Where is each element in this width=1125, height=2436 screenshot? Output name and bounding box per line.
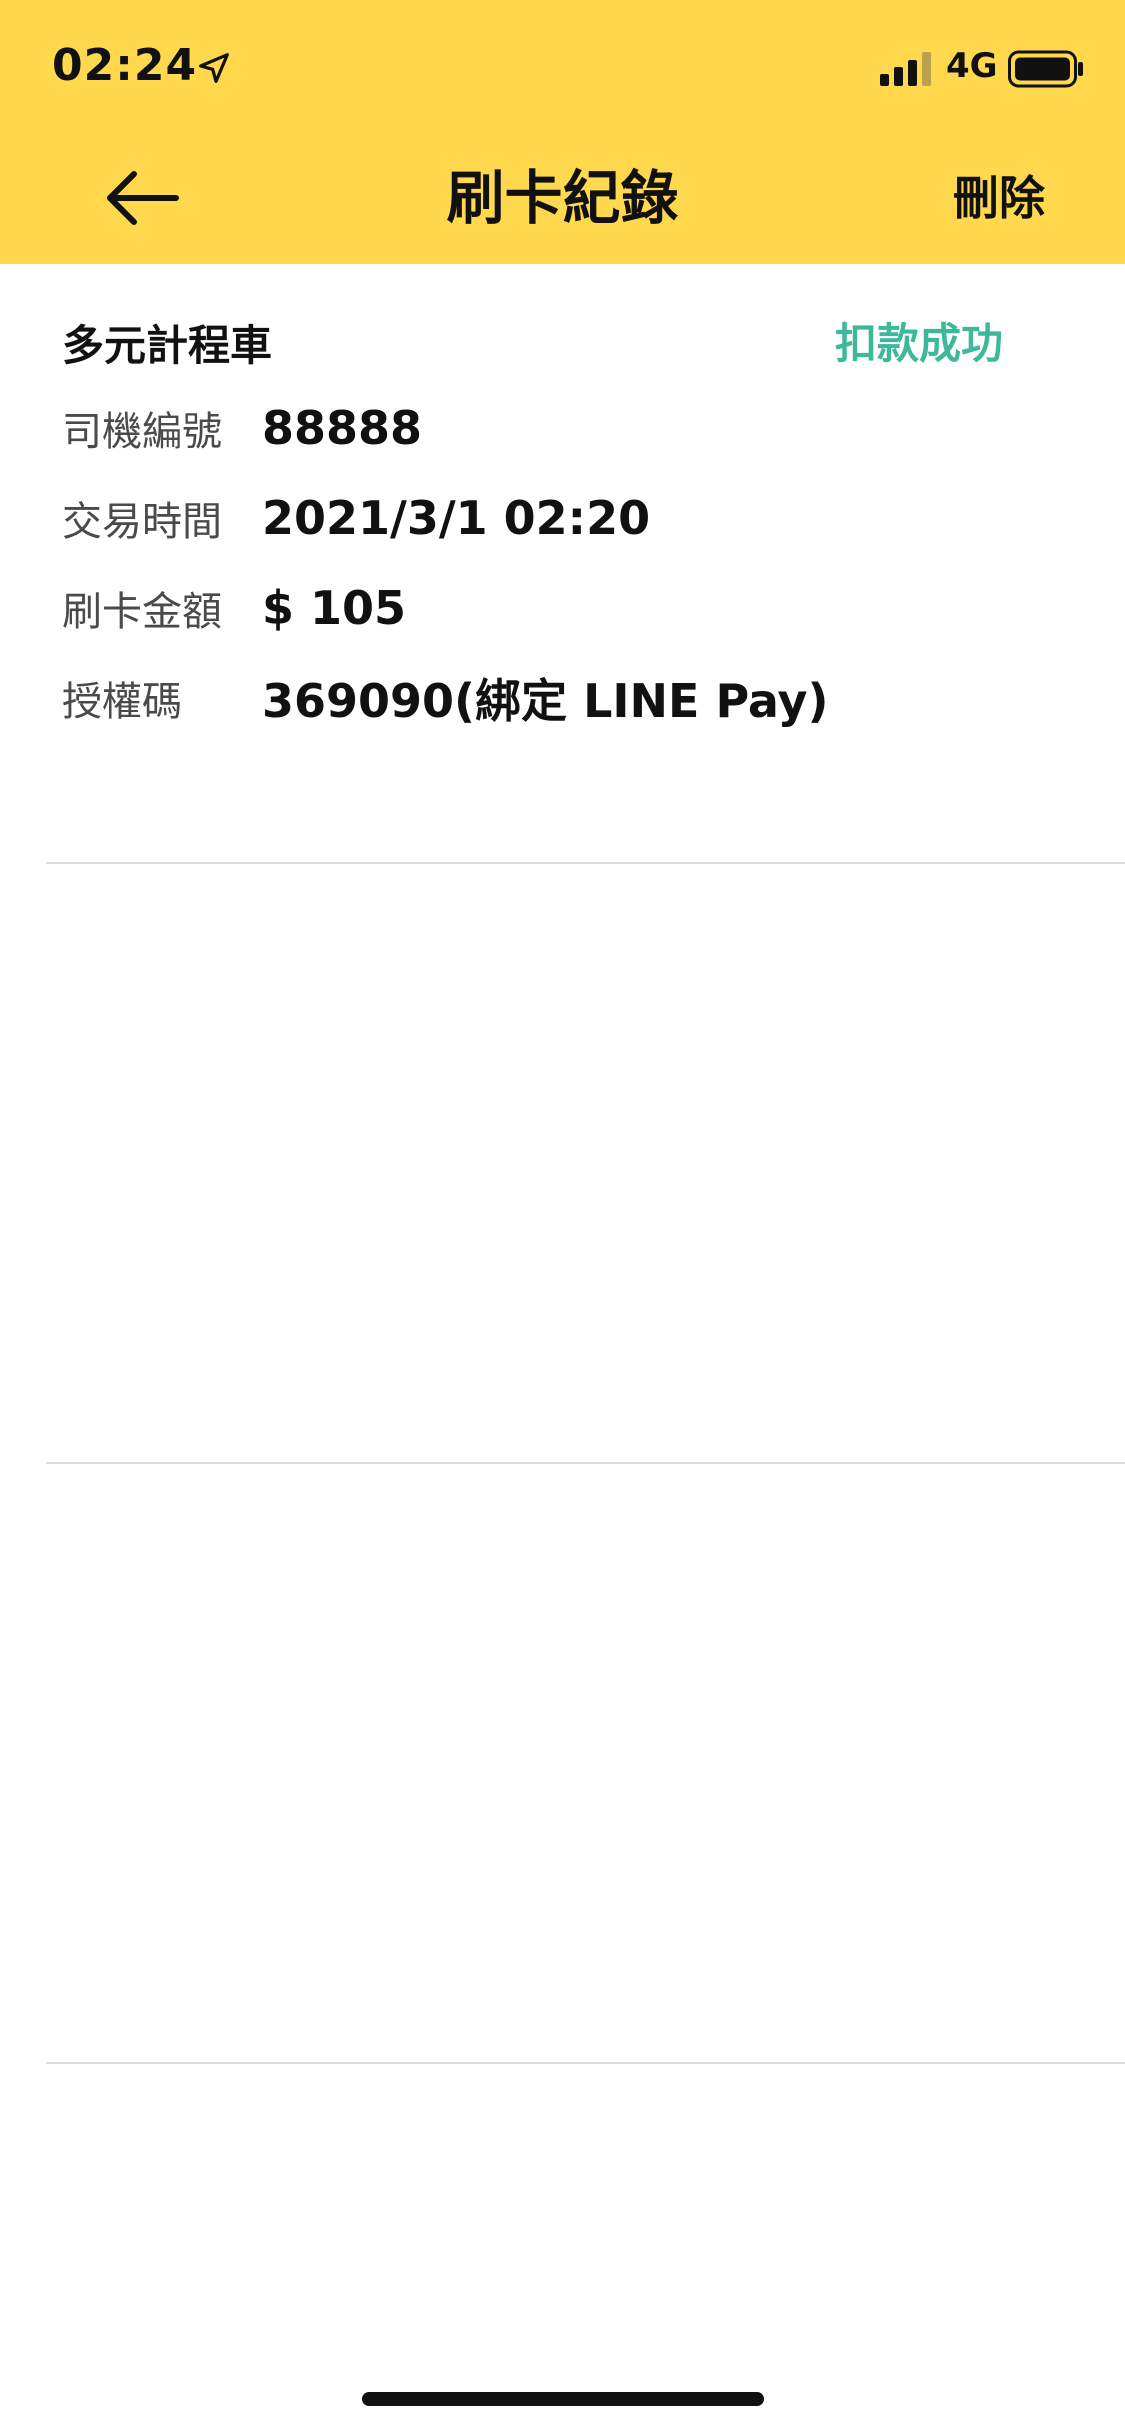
status-time: 02:24: [52, 40, 198, 91]
back-button[interactable]: [96, 160, 186, 236]
field-value: 2021/3/1 02:20: [262, 491, 651, 545]
arrow-left-icon: [107, 171, 179, 225]
home-indicator[interactable]: [362, 2392, 764, 2406]
field-label: 刷卡金額: [62, 589, 222, 635]
field-label: 交易時間: [62, 499, 222, 545]
record-row-driver-id: 司機編號 88888: [62, 398, 422, 458]
delete-button[interactable]: 刪除: [953, 166, 1045, 230]
status-badge: 扣款成功: [834, 319, 1003, 368]
app-header: 02:24 4G 刷卡紀錄 刪除: [0, 0, 1125, 264]
vendor-name: 多元計程車: [62, 321, 273, 370]
location-arrow-icon: [199, 53, 229, 83]
list-divider: [46, 1462, 1125, 1464]
record-row-auth-code: 授權碼 369090(綁定 LINE Pay): [62, 668, 829, 728]
record-row-transaction-time: 交易時間 2021/3/1 02:20: [62, 488, 650, 548]
field-value: $ 105: [262, 581, 407, 635]
record-row-amount: 刷卡金額 $ 105: [62, 578, 406, 638]
cellular-signal-icon: [880, 52, 931, 86]
network-type: 4G: [946, 46, 998, 86]
field-value: 88888: [262, 401, 423, 455]
list-divider: [46, 862, 1125, 864]
field-value: 369090(綁定 LINE Pay): [262, 674, 829, 728]
field-label: 授權碼: [62, 679, 182, 725]
battery-icon: [1008, 50, 1083, 88]
list-divider: [46, 2062, 1125, 2064]
field-label: 司機編號: [62, 409, 222, 455]
